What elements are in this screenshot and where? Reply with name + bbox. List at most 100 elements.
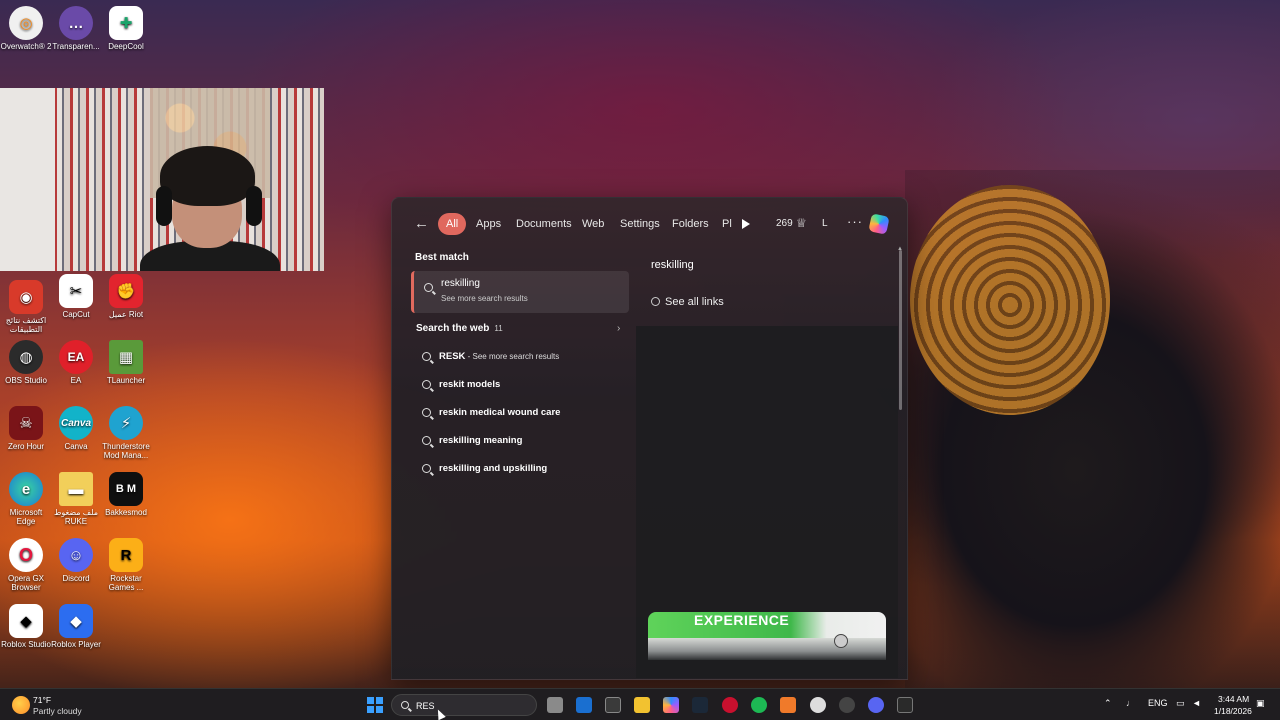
- weather-temp[interactable]: 71°F: [33, 695, 51, 705]
- filter-apps[interactable]: Apps: [470, 213, 507, 235]
- bakkesmod-icon: B M: [109, 472, 143, 506]
- chevron-up-icon[interactable]: ⌃: [1104, 698, 1112, 709]
- riot-icon: ✊: [109, 274, 143, 308]
- desktop-icon-roblox-studio[interactable]: ◆ Roblox Studio: [0, 604, 52, 649]
- clock-time[interactable]: 3:44 AM: [1218, 694, 1249, 704]
- rewards-points[interactable]: 269: [776, 218, 793, 229]
- file-explorer-icon[interactable]: [634, 697, 650, 713]
- copilot-taskbar-icon[interactable]: [663, 697, 679, 713]
- tlauncher-icon: ▦: [109, 340, 143, 374]
- search-icon: [422, 436, 431, 445]
- search-icon: [422, 380, 431, 389]
- zerohour-icon: ☠: [9, 406, 43, 440]
- windows-start-icon[interactable]: [367, 697, 383, 713]
- rewards-medal-icon[interactable]: ♕: [796, 216, 807, 230]
- discover-icon: ◉: [9, 280, 43, 314]
- filter-settings[interactable]: Settings: [614, 213, 666, 235]
- capcut-icon: ✂: [59, 274, 93, 308]
- desktop-icon-deepcool[interactable]: ✚ DeepCool: [100, 6, 152, 51]
- desktop-icon-bakkesmod[interactable]: B M Bakkesmod: [100, 472, 152, 517]
- chatgpt-icon[interactable]: [839, 697, 855, 713]
- task-view-icon[interactable]: [547, 697, 563, 713]
- desktop-icon-riot[interactable]: ✊ عميل Riot: [100, 274, 152, 319]
- desktop-icon-overwatch[interactable]: ◎ Overwatch® 2: [0, 6, 52, 51]
- desktop-icon-capcut[interactable]: ✂ CapCut: [50, 274, 102, 319]
- filter-documents[interactable]: Documents: [510, 213, 578, 235]
- scrollbar-thumb[interactable]: [899, 250, 902, 410]
- app-icon[interactable]: [605, 697, 621, 713]
- desktop-icon-transparent[interactable]: … Transparen...: [50, 6, 102, 51]
- weather-condition[interactable]: Partly cloudy: [33, 706, 82, 716]
- aseprite-icon[interactable]: [780, 697, 796, 713]
- webcam-person: [140, 146, 280, 271]
- taskbar-search-input[interactable]: [416, 699, 526, 713]
- search-icon: [422, 352, 431, 361]
- rockstar-icon: R: [109, 538, 143, 572]
- badge-icon: [834, 634, 848, 648]
- ea-icon: EA: [59, 340, 93, 374]
- network-icon[interactable]: ▭: [1176, 698, 1185, 709]
- web-results-count: 11: [494, 324, 503, 333]
- language-indicator[interactable]: ENG: [1148, 698, 1168, 708]
- desktop-icon-operagx[interactable]: O Opera GX Browser: [0, 538, 52, 592]
- play-icon[interactable]: [742, 219, 750, 229]
- filter-all[interactable]: All: [438, 213, 467, 235]
- outlook-icon[interactable]: [576, 697, 592, 713]
- overwatch-icon: ◎: [9, 6, 43, 40]
- copilot-icon[interactable]: [868, 213, 890, 235]
- discord-taskbar-icon[interactable]: [868, 697, 884, 713]
- more-options-icon[interactable]: ···: [847, 214, 863, 229]
- notification-bell-icon[interactable]: ▣: [1256, 698, 1265, 709]
- volume-icon[interactable]: ◄: [1192, 698, 1201, 708]
- desktop-icon-zerohour[interactable]: ☠ Zero Hour: [0, 406, 52, 451]
- best-match-subtitle: See more search results: [441, 294, 528, 303]
- desktop-icon-obs[interactable]: ◍ OBS Studio: [0, 340, 52, 385]
- see-all-links[interactable]: See all links: [651, 296, 724, 308]
- preview-title: reskilling: [651, 259, 694, 271]
- search-icon: [401, 701, 409, 709]
- desktop-icon-ea[interactable]: EA EA: [50, 340, 102, 385]
- back-arrow-icon[interactable]: ←: [414, 215, 429, 232]
- best-match-title: reskilling: [441, 278, 480, 289]
- globe-icon: [651, 297, 660, 306]
- best-match-heading: Best match: [415, 252, 469, 263]
- wallpaper-mask-art: [910, 185, 1110, 415]
- desktop-icon-folder[interactable]: ▬ ملف مضغوط RUKE: [50, 472, 102, 526]
- desktop-icon-thunderstore[interactable]: ⚡ Thunderstore Mod Mana...: [100, 406, 152, 460]
- search-filter-bar: ← All Apps Documents Web Settings Folder…: [392, 208, 909, 240]
- taskbar-search-box[interactable]: [391, 694, 537, 716]
- weather-icon[interactable]: [12, 696, 30, 714]
- filter-folders[interactable]: Folders: [666, 213, 715, 235]
- profile-avatar[interactable]: L: [822, 218, 828, 229]
- ad-banner[interactable]: EXPERIENCE: [648, 612, 886, 660]
- search-icon: [424, 283, 433, 292]
- desktop-icon-canva[interactable]: Canva Canva: [50, 406, 102, 451]
- canva-icon: Canva: [59, 406, 93, 440]
- desktop-icon-roblox-player[interactable]: ◆ Roblox Player: [50, 604, 102, 649]
- steam-icon[interactable]: [692, 697, 708, 713]
- opera-gx-taskbar-icon[interactable]: [722, 697, 738, 713]
- spotify-icon[interactable]: [751, 697, 767, 713]
- preview-pane: EXPERIENCE: [636, 326, 898, 678]
- filter-web[interactable]: Web: [576, 213, 610, 235]
- desktop-icon-rockstar[interactable]: R Rockstar Games ...: [100, 538, 152, 592]
- filter-photos[interactable]: Pl: [716, 213, 738, 235]
- ad-banner-word: EXPERIENCE: [694, 612, 790, 628]
- deepcool-icon: ✚: [109, 6, 143, 40]
- desktop-icon-discord[interactable]: ☺ Discord: [50, 538, 102, 583]
- roblox-player-icon: ◆: [59, 604, 93, 638]
- search-icon: [422, 408, 431, 417]
- settings-gear-icon[interactable]: [810, 697, 826, 713]
- clock-date[interactable]: 1/18/2026: [1214, 706, 1252, 716]
- desktop-icon-edge[interactable]: e Microsoft Edge: [0, 472, 52, 526]
- obs-icon: ◍: [9, 340, 43, 374]
- desktop-icon-tlauncher[interactable]: ▦ TLauncher: [100, 340, 152, 385]
- chevron-right-icon[interactable]: ›: [617, 323, 620, 334]
- search-web-heading[interactable]: Search the web 11: [416, 323, 503, 334]
- microphone-icon[interactable]: ♩: [1126, 698, 1135, 708]
- best-match-result[interactable]: reskilling See more search results: [411, 271, 629, 313]
- thunderstore-icon: ⚡: [109, 406, 143, 440]
- opera-gx-icon: O: [9, 538, 43, 572]
- desktop-icon-discover[interactable]: ◉ اكتشف نتائج التطبيقات: [0, 280, 52, 334]
- epic-games-icon[interactable]: [897, 697, 913, 713]
